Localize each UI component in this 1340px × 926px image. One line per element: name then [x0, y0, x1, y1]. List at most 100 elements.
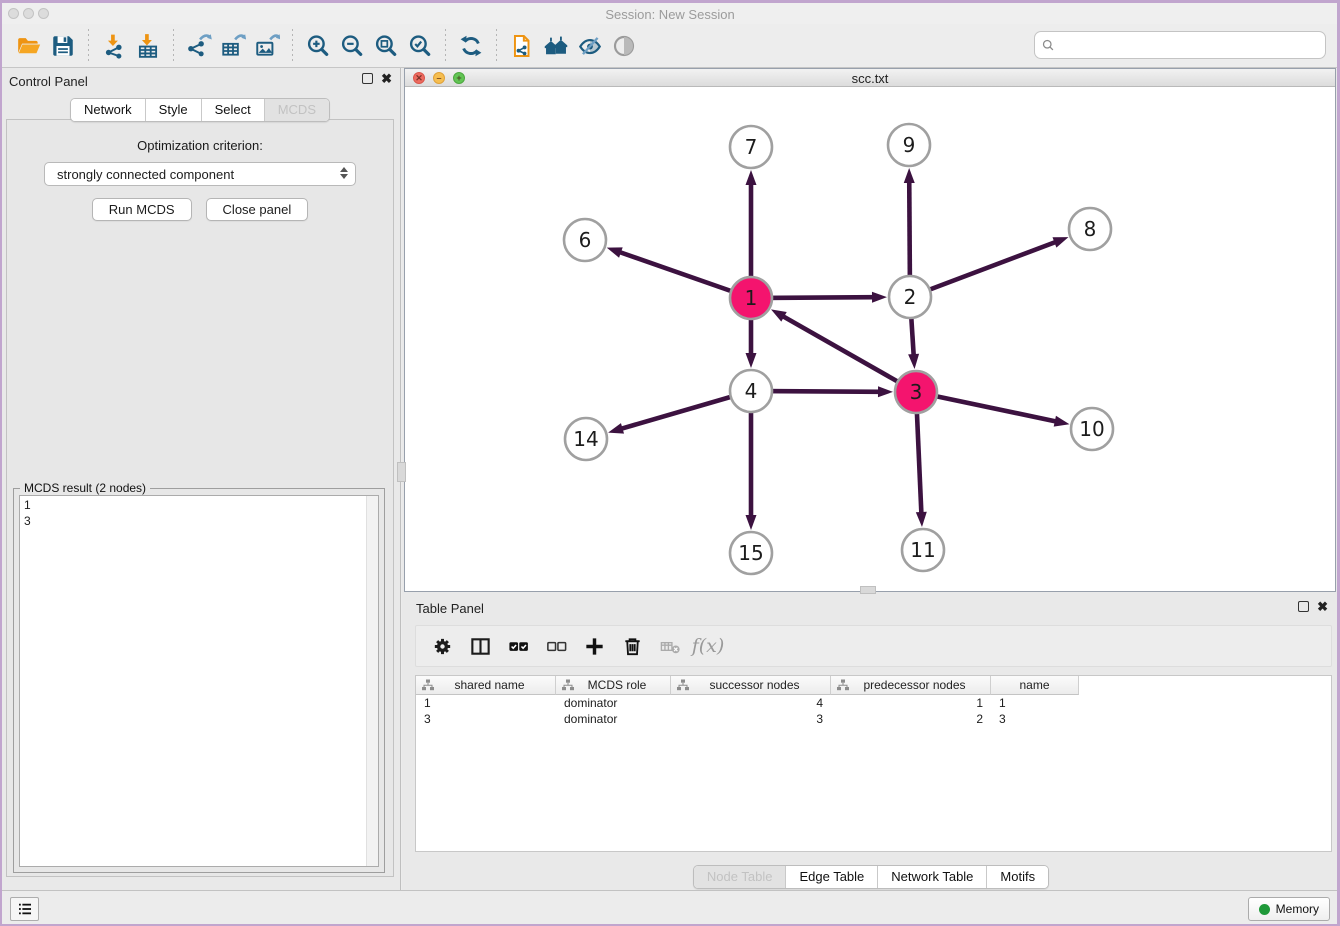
network-canvas[interactable]: 7 9 6 8 1 2 4 3 14 10 15 11: [405, 87, 1335, 591]
edge-1-6[interactable]: [607, 247, 751, 298]
node-8[interactable]: 8: [1069, 208, 1111, 250]
settings-gear-icon: [431, 635, 454, 658]
vertical-splitter-handle[interactable]: [397, 462, 406, 482]
tab-select[interactable]: Select: [202, 99, 265, 121]
node-6[interactable]: 6: [564, 219, 606, 261]
export-network-button[interactable]: [182, 29, 216, 63]
control-panel-float-icon[interactable]: [362, 73, 373, 84]
column-header-successor-nodes[interactable]: successor nodes: [671, 676, 831, 695]
dropdown-stepper-icon: [340, 167, 348, 179]
zoom-selected-button[interactable]: [403, 29, 437, 63]
network-window-titlebar: ✕ – + scc.txt: [405, 69, 1335, 87]
table-cell[interactable]: dominator: [556, 711, 671, 727]
import-table-button[interactable]: [131, 29, 165, 63]
svg-text:2: 2: [904, 285, 917, 309]
eye-button: [607, 29, 641, 63]
node-14[interactable]: 14: [565, 418, 607, 460]
zoom-out-icon: [339, 33, 365, 59]
refresh-layout-icon: [458, 33, 484, 59]
table-cell[interactable]: 1: [416, 695, 556, 711]
control-panel-close-icon[interactable]: ✖: [381, 73, 392, 84]
tab-node-table[interactable]: Node Table: [694, 866, 787, 888]
zoom-out-button[interactable]: [335, 29, 369, 63]
delete-table-icon: [659, 635, 682, 658]
edge-3-1[interactable]: [771, 309, 916, 392]
zoom-fit-button[interactable]: [369, 29, 403, 63]
tab-network[interactable]: Network: [71, 99, 146, 121]
table-header-row: shared nameMCDS rolesuccessor nodesprede…: [416, 676, 1331, 695]
memory-label: Memory: [1276, 902, 1319, 916]
open-folder-button[interactable]: [12, 29, 46, 63]
table-cell[interactable]: 1: [831, 695, 991, 711]
tab-motifs[interactable]: Motifs: [987, 866, 1048, 888]
node-9[interactable]: 9: [888, 124, 930, 166]
zoom-in-button[interactable]: [301, 29, 335, 63]
table-cell[interactable]: dominator: [556, 695, 671, 711]
tab-style[interactable]: Style: [146, 99, 202, 121]
node-3[interactable]: 3: [895, 371, 937, 413]
svg-text:8: 8: [1084, 217, 1097, 241]
houses-button[interactable]: [539, 29, 573, 63]
column-header-predecessor-nodes[interactable]: predecessor nodes: [831, 676, 991, 695]
memory-button[interactable]: Memory: [1248, 897, 1330, 921]
close-panel-button[interactable]: Close panel: [206, 198, 309, 221]
window-title: Session: New Session: [0, 7, 1340, 22]
table-panel-float-icon[interactable]: [1298, 601, 1309, 612]
horizontal-splitter-handle[interactable]: [860, 586, 876, 594]
search-input[interactable]: [1061, 38, 1319, 53]
mcds-result-textarea[interactable]: 13: [19, 495, 379, 867]
table-panel: Table Panel ✖ f(x) shared nameMCDS roles…: [402, 594, 1340, 890]
edge-3-10[interactable]: [916, 392, 1069, 427]
export-image-button[interactable]: [250, 29, 284, 63]
column-header-name[interactable]: name: [991, 676, 1079, 695]
node-10[interactable]: 10: [1071, 408, 1113, 450]
add-column-button[interactable]: [578, 630, 610, 662]
table-cell[interactable]: 2: [831, 711, 991, 727]
table-cell[interactable]: 3: [671, 711, 831, 727]
optimization-criterion-select[interactable]: strongly connected component: [44, 162, 356, 186]
node-15[interactable]: 15: [730, 532, 772, 574]
delete-column-button[interactable]: [616, 630, 648, 662]
import-network-button[interactable]: [97, 29, 131, 63]
node-11[interactable]: 11: [902, 529, 944, 571]
table-cell[interactable]: 4: [671, 695, 831, 711]
table-cell[interactable]: 3: [416, 711, 556, 727]
open-folder-icon: [16, 33, 42, 59]
node-7[interactable]: 7: [730, 126, 772, 168]
tab-edge-table[interactable]: Edge Table: [786, 866, 878, 888]
save-button[interactable]: [46, 29, 80, 63]
run-mcds-button[interactable]: Run MCDS: [92, 198, 192, 221]
edge-2-8[interactable]: [910, 237, 1068, 297]
houses-icon: [543, 33, 569, 59]
table-row[interactable]: 1dominator411: [416, 695, 1331, 711]
zoom-in-icon: [305, 33, 331, 59]
select-all-checkboxes-button[interactable]: [502, 630, 534, 662]
eye-slash-button[interactable]: [573, 29, 607, 63]
search-field: [1034, 31, 1326, 59]
duplicate-network-button[interactable]: [505, 29, 539, 63]
refresh-layout-button[interactable]: [454, 29, 488, 63]
table-cell[interactable]: 3: [991, 711, 1079, 727]
tab-mcds[interactable]: MCDS: [265, 99, 329, 121]
settings-gear-button[interactable]: [426, 630, 458, 662]
table-cell[interactable]: 1: [991, 695, 1079, 711]
list-icon: [16, 900, 34, 918]
column-header-MCDS-role[interactable]: MCDS role: [556, 676, 671, 695]
edge-4-14[interactable]: [608, 391, 751, 434]
table-row[interactable]: 3dominator323: [416, 711, 1331, 727]
node-1[interactable]: 1: [730, 277, 772, 319]
split-table-button[interactable]: [464, 630, 496, 662]
table-panel-close-icon[interactable]: ✖: [1317, 601, 1328, 612]
eye-slash-icon: [577, 33, 603, 59]
svg-text:7: 7: [745, 135, 758, 159]
node-2[interactable]: 2: [889, 276, 931, 318]
add-column-icon: [583, 635, 606, 658]
task-history-button[interactable]: [10, 897, 39, 921]
import-network-icon: [101, 33, 127, 59]
tab-network-table[interactable]: Network Table: [878, 866, 987, 888]
column-header-shared-name[interactable]: shared name: [416, 676, 556, 695]
export-table-button[interactable]: [216, 29, 250, 63]
clear-checkboxes-button[interactable]: [540, 630, 572, 662]
result-scrollbar[interactable]: [366, 496, 378, 866]
node-4[interactable]: 4: [730, 370, 772, 412]
